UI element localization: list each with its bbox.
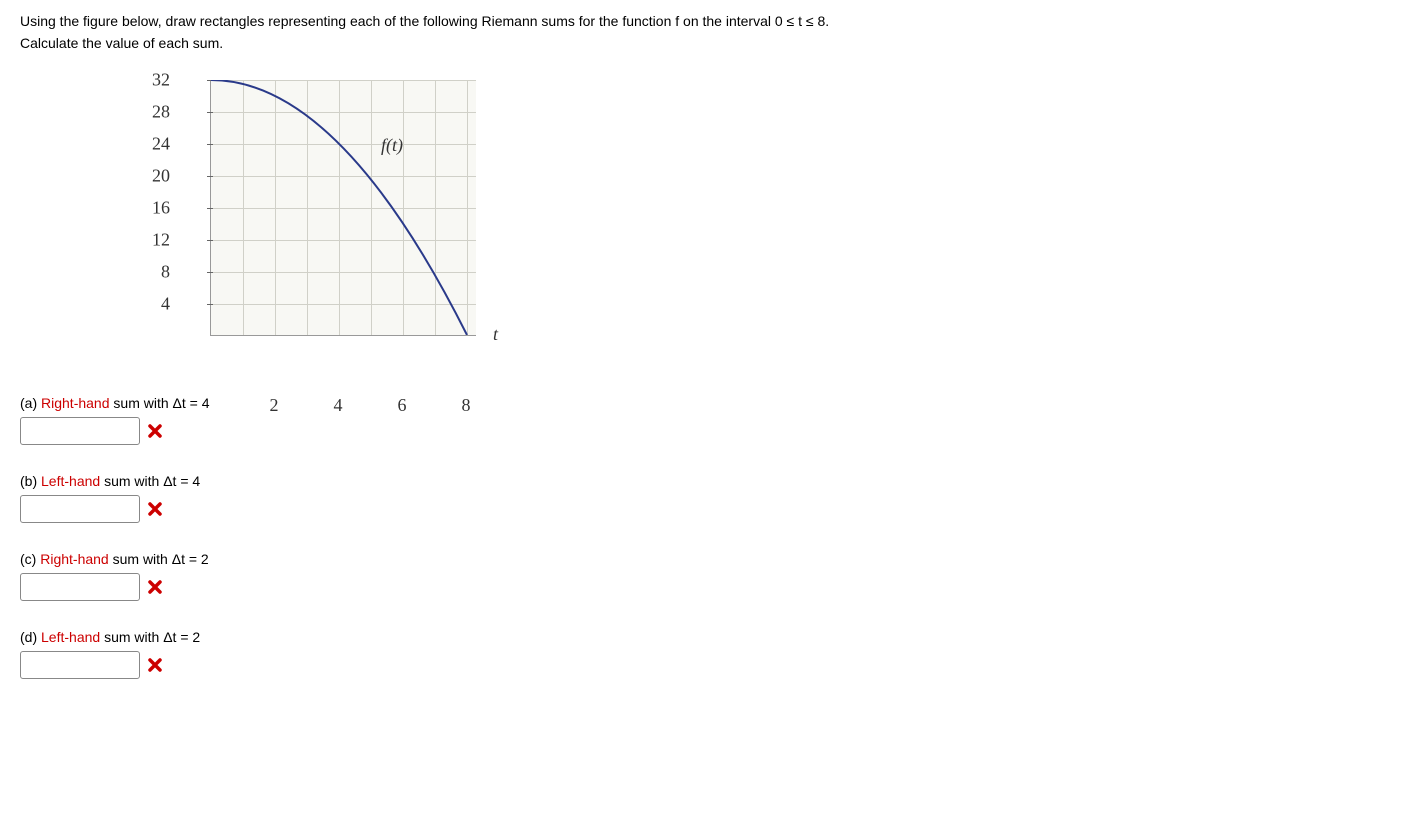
question-d: (d) Left-hand sum with Δt = 2 — [20, 629, 1406, 679]
x-tick-4: 4 — [334, 395, 343, 416]
answer-row-c — [20, 573, 1406, 601]
question-c-hand: Right-hand — [40, 551, 109, 567]
y-tick-24: 24 — [140, 133, 170, 154]
function-curve — [211, 80, 467, 335]
question-d-hand: Left-hand — [41, 629, 100, 645]
curve-svg — [211, 80, 476, 335]
instructions-line1: Using the figure below, draw rectangles … — [20, 13, 829, 29]
y-tick-16: 16 — [140, 197, 170, 218]
y-tick-28: 28 — [140, 101, 170, 122]
question-a-hand: Right-hand — [41, 395, 110, 411]
incorrect-icon — [146, 500, 164, 518]
chart: 32 28 24 20 16 12 8 4 — [170, 75, 510, 365]
answer-input-a[interactable] — [20, 417, 140, 445]
answer-input-d[interactable] — [20, 651, 140, 679]
x-tick-2: 2 — [270, 395, 279, 416]
x-axis-label: t — [493, 324, 498, 345]
question-d-rest: sum with Δt = 2 — [100, 629, 200, 645]
answer-row-b — [20, 495, 1406, 523]
y-tick-4: 4 — [140, 293, 170, 314]
question-c-label: (c) — [20, 551, 36, 567]
question-c-rest: sum with Δt = 2 — [109, 551, 209, 567]
question-c-text: (c) Right-hand sum with Δt = 2 — [20, 551, 1406, 567]
question-a: (a) Right-hand sum with Δt = 4 — [20, 395, 1406, 445]
y-tick-20: 20 — [140, 165, 170, 186]
question-d-text: (d) Left-hand sum with Δt = 2 — [20, 629, 1406, 645]
y-tick-12: 12 — [140, 229, 170, 250]
question-a-label: (a) — [20, 395, 37, 411]
answer-input-c[interactable] — [20, 573, 140, 601]
question-a-text: (a) Right-hand sum with Δt = 4 — [20, 395, 1406, 411]
x-tick-6: 6 — [398, 395, 407, 416]
answer-input-b[interactable] — [20, 495, 140, 523]
instructions: Using the figure below, draw rectangles … — [20, 10, 1406, 55]
function-label: f(t) — [381, 135, 403, 156]
question-b-label: (b) — [20, 473, 37, 489]
plot-area: f(t) t — [210, 80, 476, 336]
incorrect-icon — [146, 578, 164, 596]
instructions-line2: Calculate the value of each sum. — [20, 35, 223, 51]
answer-row-a — [20, 417, 1406, 445]
figure: 32 28 24 20 16 12 8 4 — [170, 75, 1406, 365]
incorrect-icon — [146, 422, 164, 440]
question-c: (c) Right-hand sum with Δt = 2 — [20, 551, 1406, 601]
incorrect-icon — [146, 656, 164, 674]
y-tick-8: 8 — [140, 261, 170, 282]
question-a-rest: sum with Δt = 4 — [110, 395, 210, 411]
question-b-rest: sum with Δt = 4 — [100, 473, 200, 489]
question-b-text: (b) Left-hand sum with Δt = 4 — [20, 473, 1406, 489]
y-tick-32: 32 — [140, 69, 170, 90]
question-d-label: (d) — [20, 629, 37, 645]
question-b-hand: Left-hand — [41, 473, 100, 489]
x-tick-8: 8 — [462, 395, 471, 416]
answer-row-d — [20, 651, 1406, 679]
question-b: (b) Left-hand sum with Δt = 4 — [20, 473, 1406, 523]
